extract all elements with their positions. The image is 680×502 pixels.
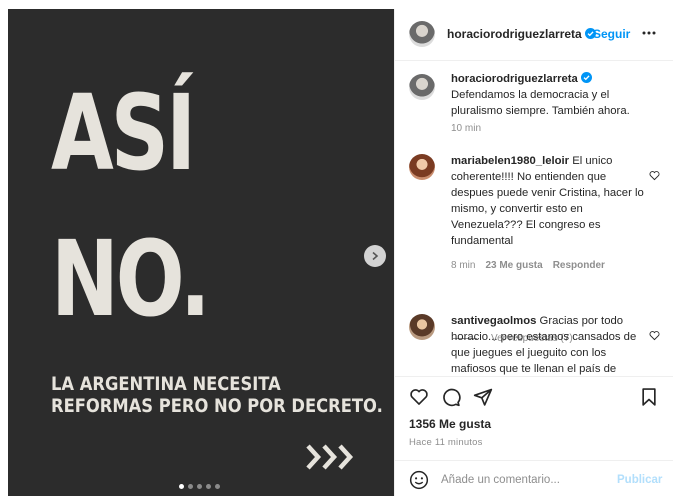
comment-text: El unico coherente!!!! No entienden que … <box>451 155 644 247</box>
caption-time[interactable]: 10 min <box>451 123 481 134</box>
emoji-icon[interactable] <box>409 470 429 490</box>
post-actions: 1356 Me gusta Hace 11 minutos <box>395 376 673 470</box>
headline-line-2: NO. <box>51 218 211 340</box>
comment-composer: Publicar <box>395 460 673 496</box>
caption: horaciorodriguezlarreta Defendamos la de… <box>451 71 649 119</box>
instagram-post-window: ASÍ NO. LA ARGENTINA NECESITA REFORMAS P… <box>0 0 680 502</box>
post-sidebar: horaciorodriguezlarreta Seguir horacioro… <box>394 9 673 496</box>
triple-chevron-icon <box>306 444 354 470</box>
comment-icon[interactable] <box>441 387 461 407</box>
caption-username[interactable]: horaciorodriguezlarreta <box>451 73 578 85</box>
subline-2: REFORMAS PERO NO POR DECRETO. <box>51 395 383 417</box>
bookmark-icon[interactable] <box>639 387 659 407</box>
heart-icon[interactable] <box>649 170 660 181</box>
heart-icon[interactable] <box>649 330 660 341</box>
carousel-dot[interactable] <box>188 484 193 489</box>
author-avatar[interactable] <box>409 21 435 47</box>
likes-count[interactable]: 1356 Me gusta <box>409 417 491 431</box>
chevron-right-icon <box>372 251 379 261</box>
comment: mariabelen1980_leloir El unico coherente… <box>451 153 649 249</box>
headline-line-1: ASÍ <box>51 72 196 194</box>
carousel-dot[interactable] <box>179 484 184 489</box>
carousel-dots <box>179 484 220 489</box>
comments-list: horaciorodriguezlarreta Defendamos la de… <box>395 62 673 376</box>
caption-avatar[interactable] <box>409 74 435 100</box>
comment-meta: 8 min 23 Me gusta Responder <box>451 260 605 271</box>
comment-likes[interactable]: 23 Me gusta <box>485 260 542 271</box>
carousel-dot[interactable] <box>197 484 202 489</box>
caption-text: Defendamos la democracia y el pluralismo… <box>451 89 630 117</box>
comment-input[interactable] <box>441 470 601 490</box>
carousel-dot[interactable] <box>206 484 211 489</box>
comment-username[interactable]: mariabelen1980_leloir <box>451 155 569 167</box>
heart-icon[interactable] <box>409 387 429 407</box>
comment-username[interactable]: santivegaolmos <box>451 315 536 327</box>
post-time[interactable]: Hace 11 minutos <box>409 437 483 448</box>
comment: santivegaolmos Gracias por todo horacio.… <box>451 313 649 376</box>
follow-button[interactable]: Seguir <box>593 27 630 41</box>
reply-button[interactable]: Responder <box>553 260 605 271</box>
comment-avatar[interactable] <box>409 314 435 340</box>
author-username[interactable]: horaciorodriguezlarreta <box>447 27 596 41</box>
more-icon[interactable] <box>641 25 657 41</box>
publish-button[interactable]: Publicar <box>617 474 662 486</box>
author-username-text[interactable]: horaciorodriguezlarreta <box>447 27 582 41</box>
comment-time[interactable]: 8 min <box>451 260 475 271</box>
post-image[interactable]: ASÍ NO. LA ARGENTINA NECESITA REFORMAS P… <box>8 9 394 496</box>
post-header: horaciorodriguezlarreta Seguir <box>395 9 673 61</box>
subline-1: LA ARGENTINA NECESITA <box>51 373 281 395</box>
share-icon[interactable] <box>473 387 493 407</box>
next-slide-button[interactable] <box>364 245 386 267</box>
verified-icon <box>580 72 592 83</box>
comment-avatar[interactable] <box>409 154 435 180</box>
caption-meta: 10 min <box>451 123 481 134</box>
carousel-dot[interactable] <box>215 484 220 489</box>
